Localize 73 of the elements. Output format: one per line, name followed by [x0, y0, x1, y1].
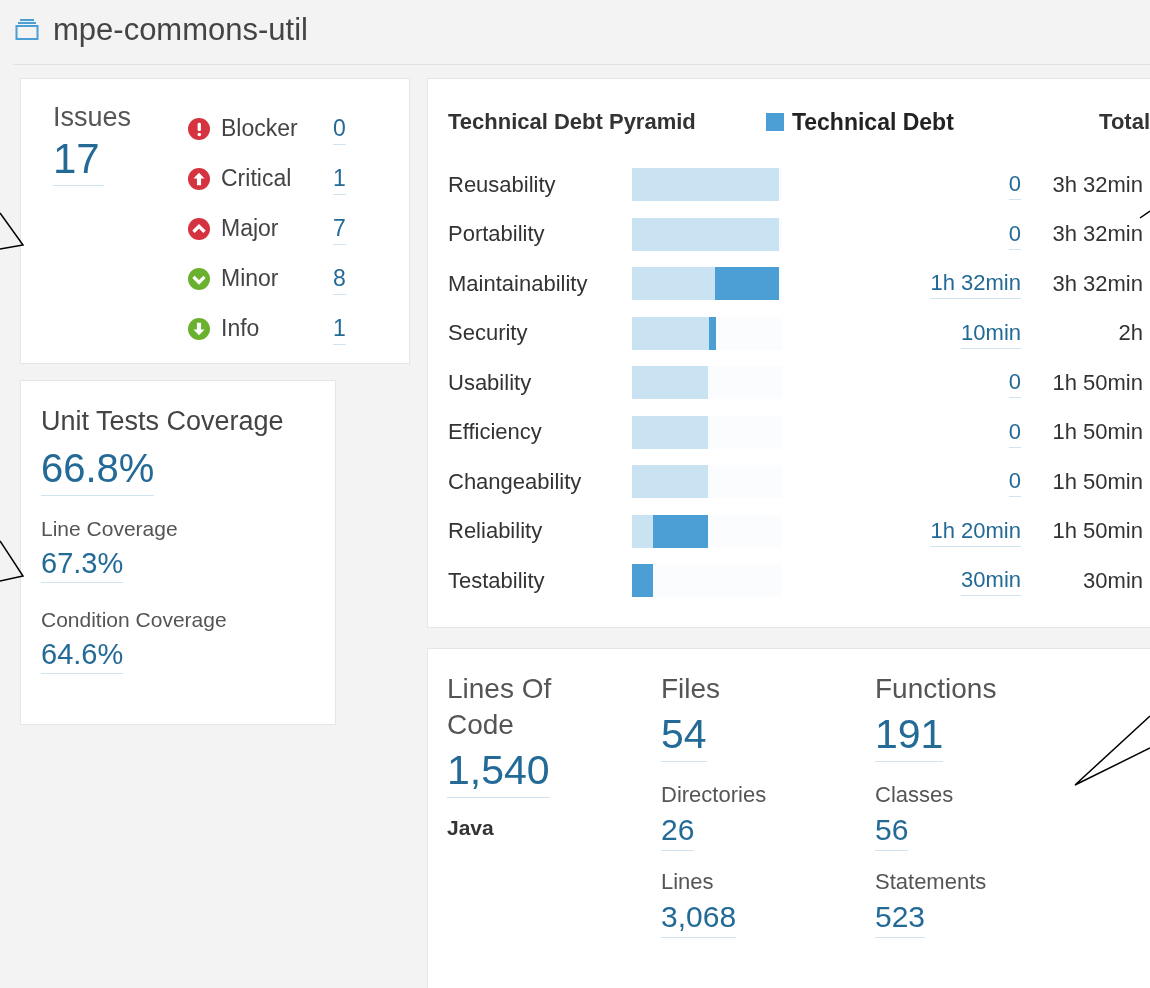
metric-value-link[interactable]: 3,068 — [661, 897, 737, 938]
issues-title: Issues — [53, 101, 132, 133]
coverage-label: Condition Coverage — [41, 607, 227, 633]
coverage-value-link[interactable]: 67.3% — [41, 544, 124, 583]
severity-count-link[interactable]: 1 — [333, 162, 346, 195]
metric-value-link[interactable]: 26 — [661, 810, 695, 851]
severity-label: Major — [221, 215, 280, 242]
debt-value-link[interactable]: 0 — [1008, 218, 1021, 250]
severity-label: Info — [221, 315, 261, 342]
exclamation-icon — [188, 117, 210, 140]
project-icon — [15, 19, 39, 41]
debt-value-link[interactable]: 1h 20min — [930, 515, 1021, 547]
characteristic-label: Security — [448, 320, 529, 347]
callout-pointer — [0, 212, 25, 250]
pyramid-title: Technical Debt Pyramid — [448, 109, 697, 135]
metric-value-link[interactable]: 56 — [875, 810, 909, 851]
metric-value-link[interactable]: 54 — [661, 707, 707, 762]
total-value: 1h 50min — [1051, 468, 1143, 495]
characteristic-label: Reusability — [448, 171, 557, 198]
severity-count-link[interactable]: 7 — [333, 212, 346, 245]
metric-label: Classes — [875, 781, 954, 809]
total-value: 2h — [1117, 320, 1143, 347]
coverage-title: Unit Tests Coverage — [41, 405, 284, 438]
severity-count-link[interactable]: 0 — [333, 112, 346, 145]
metric-value-link[interactable]: 523 — [875, 897, 926, 938]
debt-value-link[interactable]: 0 — [1008, 367, 1021, 399]
arrow-down-icon — [188, 317, 210, 340]
callout-pointer — [0, 540, 25, 582]
metric-label: Lines Of Code — [447, 672, 553, 742]
total-value: 1h 50min — [1051, 419, 1143, 446]
debt-value-link[interactable]: 10min — [961, 317, 1021, 349]
metric-value-link[interactable]: 1,540 — [447, 743, 550, 798]
debt-value-link[interactable]: 30min — [961, 565, 1021, 597]
debt-value-link[interactable]: 0 — [1008, 466, 1021, 498]
characteristic-label: Portability — [448, 221, 546, 248]
chevron-down-icon — [188, 267, 210, 290]
total-value: 3h 32min — [1051, 270, 1143, 297]
total-value: 3h 32min — [1051, 171, 1143, 198]
total-column-header: Total — [1098, 109, 1150, 135]
chevron-up-icon — [188, 217, 210, 240]
language-label: Java — [447, 816, 494, 840]
issues-count-link[interactable]: 17 — [53, 133, 104, 186]
debt-value-link[interactable]: 0 — [1008, 416, 1021, 448]
metric-label: Statements — [875, 868, 987, 896]
debt-value-link[interactable]: 1h 32min — [930, 268, 1021, 300]
total-value: 1h 50min — [1051, 518, 1143, 545]
severity-count-link[interactable]: 8 — [333, 262, 346, 295]
characteristic-label: Efficiency — [448, 419, 543, 446]
legend-label: Technical Debt — [791, 108, 954, 136]
severity-label: Blocker — [221, 115, 299, 142]
coverage-value-link[interactable]: 66.8% — [41, 441, 155, 496]
metric-label: Directories — [661, 781, 767, 809]
characteristic-label: Usability — [448, 369, 533, 396]
severity-count-link[interactable]: 1 — [333, 312, 346, 345]
characteristic-label: Reliability — [448, 518, 544, 545]
legend-swatch — [765, 113, 784, 131]
debt-value-link[interactable]: 0 — [1008, 169, 1021, 201]
characteristic-label: Maintainability — [448, 270, 589, 297]
metric-label: Files — [661, 672, 721, 706]
total-value: 1h 50min — [1051, 369, 1143, 396]
metric-value-link[interactable]: 191 — [875, 707, 944, 762]
project-title: mpe-commons-util — [53, 12, 308, 48]
arrow-up-icon — [188, 167, 210, 190]
metric-label: Functions — [875, 672, 997, 706]
total-value: 3h 32min — [1051, 221, 1143, 248]
coverage-label: Line Coverage — [41, 516, 178, 542]
characteristic-label: Testability — [448, 567, 546, 594]
severity-label: Minor — [221, 265, 280, 292]
severity-label: Critical — [221, 165, 293, 192]
metric-label: Lines — [661, 868, 714, 896]
characteristic-label: Changeability — [448, 468, 583, 495]
coverage-value-link[interactable]: 64.6% — [41, 635, 124, 674]
total-value: 30min — [1082, 567, 1143, 594]
